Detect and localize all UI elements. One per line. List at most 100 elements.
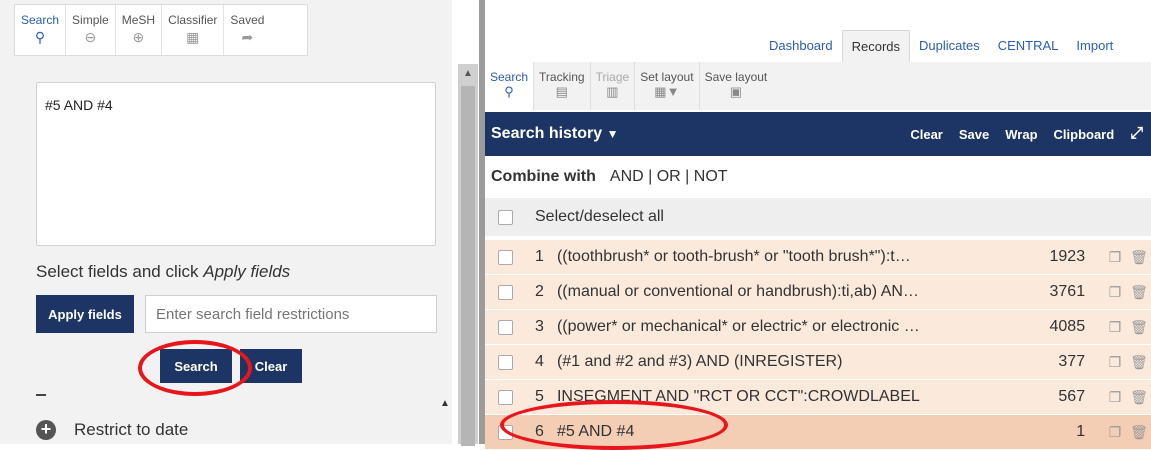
tool-search[interactable]: Search ⚲ — [485, 62, 535, 110]
history-title[interactable]: Search history ▼ — [491, 125, 619, 143]
tab-dashboard[interactable]: Dashboard — [760, 30, 842, 62]
search-icon: ⚲ — [504, 84, 514, 99]
history-title-text: Search history — [491, 125, 603, 142]
row-query[interactable]: ((manual or conventional or handbrush):t… — [557, 283, 1019, 301]
tool-set-layout[interactable]: Set layout ▦▼ — [635, 62, 700, 110]
tab-label: Search — [21, 13, 60, 27]
table-row[interactable]: 2 ((manual or conventional or handbrush)… — [485, 275, 1151, 310]
chart-icon: ▦ — [186, 29, 200, 45]
select-all-label: Select/deselect all — [535, 208, 664, 225]
copy-icon[interactable]: ❐ — [1103, 319, 1127, 336]
tab-label: Classifier — [168, 13, 218, 27]
row-checkbox[interactable] — [498, 249, 513, 265]
annotation-circle — [500, 400, 728, 450]
row-count[interactable]: 377 — [1019, 353, 1085, 371]
tool-triage[interactable]: Triage ▥ — [591, 62, 636, 110]
left-tab-bar: Search ⚲ Simple ⊖ MeSH ⊕ Classifier ▦ Saved ➦ — [14, 4, 308, 56]
label-prefix: Select fields and click — [36, 262, 204, 281]
tool-label: Set layout — [640, 70, 694, 84]
copy-icon[interactable]: ❐ — [1103, 424, 1127, 441]
tool-label: Search — [490, 70, 529, 84]
tool-tracking[interactable]: Tracking ▤ — [534, 62, 591, 110]
tool-label: Tracking — [539, 70, 585, 84]
row-number: 2 — [534, 283, 544, 300]
copy-icon[interactable]: ❐ — [1103, 249, 1127, 266]
collapse-dash — [36, 394, 46, 396]
history-clear-button[interactable]: Clear — [910, 127, 943, 142]
row-count[interactable]: 567 — [1019, 388, 1085, 406]
scrollbar-thumb[interactable] — [461, 86, 475, 446]
table-row[interactable]: 4 (#1 and #2 and #3) AND (INREGISTER) 37… — [485, 345, 1151, 380]
toolbar: Search ⚲ Tracking ▤ Triage ▥ Set layout ▦▼ S… — [485, 62, 1151, 110]
annotation-circle — [138, 340, 252, 396]
tab-mesh[interactable]: MeSH ⊕ — [116, 5, 163, 55]
tab-records[interactable]: Records — [841, 30, 911, 63]
search-history-bar: Search history ▼ Clear Save Wrap Clipboa… — [485, 112, 1151, 156]
copy-icon[interactable]: ❐ — [1103, 389, 1127, 406]
tool-save-layout[interactable]: Save layout ▣ — [700, 62, 773, 110]
row-number: 1 — [534, 248, 544, 265]
select-all-checkbox[interactable] — [498, 209, 513, 225]
tab-saved[interactable]: Saved ➦ — [224, 5, 270, 55]
tab-classifier[interactable]: Classifier ▦ — [162, 5, 225, 55]
row-count[interactable]: 1923 — [1019, 248, 1086, 266]
zoom-in-icon: ⊕ — [132, 29, 145, 45]
restrict-to-date[interactable]: + Restrict to date — [36, 420, 188, 440]
query-textarea[interactable]: #5 AND #4 — [36, 82, 436, 246]
history-actions: Clear Save Wrap Clipboard ⤢ — [894, 125, 1151, 143]
combine-with: Combine with AND | OR | NOT — [485, 156, 1151, 198]
tool-label: Triage — [595, 70, 630, 84]
grid-dropdown-icon: ▦▼ — [654, 84, 680, 99]
field-restrictions-input[interactable] — [145, 295, 437, 333]
row-query[interactable]: (#1 and #2 and #3) AND (INREGISTER) — [557, 353, 1019, 371]
apply-fields-button[interactable]: Apply fields — [36, 295, 134, 333]
restrict-label: Restrict to date — [74, 420, 189, 439]
row-count[interactable]: 1 — [1019, 423, 1085, 441]
row-query[interactable]: ((power* or mechanical* or electric* or … — [557, 318, 1019, 336]
trash-icon[interactable]: 🗑 — [1127, 284, 1151, 301]
trash-icon[interactable]: 🗑 — [1127, 354, 1151, 371]
table-row[interactable]: 1 ((toothbrush* or tooth-brush* or "toot… — [485, 240, 1151, 275]
expand-icon[interactable]: ⤢ — [1130, 125, 1143, 143]
zoom-out-icon: ⊖ — [84, 29, 97, 45]
row-checkbox[interactable] — [498, 389, 513, 405]
label-italic: Apply fields — [203, 262, 291, 281]
query-text: #5 AND #4 — [45, 97, 113, 113]
floppy-disk-icon: ▣ — [729, 84, 743, 99]
tab-label: Simple — [72, 13, 109, 27]
copy-icon[interactable]: ❐ — [1103, 354, 1127, 371]
trash-icon[interactable]: 🗑 — [1127, 389, 1151, 406]
plus-circle-icon: + — [36, 420, 56, 440]
table-row[interactable]: 3 ((power* or mechanical* or electric* o… — [485, 310, 1151, 345]
row-count[interactable]: 4085 — [1019, 318, 1086, 336]
copy-icon[interactable]: ❐ — [1103, 284, 1127, 301]
tab-import[interactable]: Import — [1067, 30, 1122, 62]
history-clipboard-button[interactable]: Clipboard — [1054, 127, 1115, 142]
history-save-button[interactable]: Save — [959, 127, 989, 142]
tab-duplicates[interactable]: Duplicates — [910, 30, 989, 62]
row-checkbox[interactable] — [498, 284, 513, 300]
select-fields-label: Select fields and click Apply fields — [36, 262, 290, 282]
left-scrollbar[interactable]: ▲ — [458, 64, 478, 446]
tracking-icon: ▤ — [555, 84, 568, 99]
scroll-up-icon[interactable]: ▲ — [463, 68, 473, 79]
combine-label: Combine with — [491, 168, 596, 185]
scroll-up-icon[interactable]: ▲ — [440, 398, 450, 409]
history-wrap-button[interactable]: Wrap — [1005, 127, 1037, 142]
trash-icon[interactable]: 🗑 — [1127, 249, 1151, 266]
tab-central[interactable]: CENTRAL — [989, 30, 1068, 62]
tab-simple[interactable]: Simple ⊖ — [66, 5, 116, 55]
row-number: 4 — [534, 353, 544, 370]
row-checkbox[interactable] — [498, 319, 513, 335]
row-query[interactable]: ((toothbrush* or tooth-brush* or "tooth … — [557, 248, 1019, 266]
combine-options[interactable]: AND | OR | NOT — [610, 168, 728, 186]
tab-search[interactable]: Search ⚲ — [15, 5, 67, 55]
row-checkbox[interactable] — [498, 354, 513, 370]
top-tab-bar: Dashboard Records Duplicates CENTRAL Imp… — [760, 30, 1122, 63]
row-count[interactable]: 3761 — [1019, 283, 1086, 301]
select-all-row[interactable]: Select/deselect all — [485, 198, 1151, 236]
tab-label: Saved — [230, 13, 265, 27]
trash-icon[interactable]: 🗑 — [1127, 319, 1151, 336]
row-number: 3 — [534, 318, 544, 335]
trash-icon[interactable]: 🗑 — [1127, 424, 1151, 441]
